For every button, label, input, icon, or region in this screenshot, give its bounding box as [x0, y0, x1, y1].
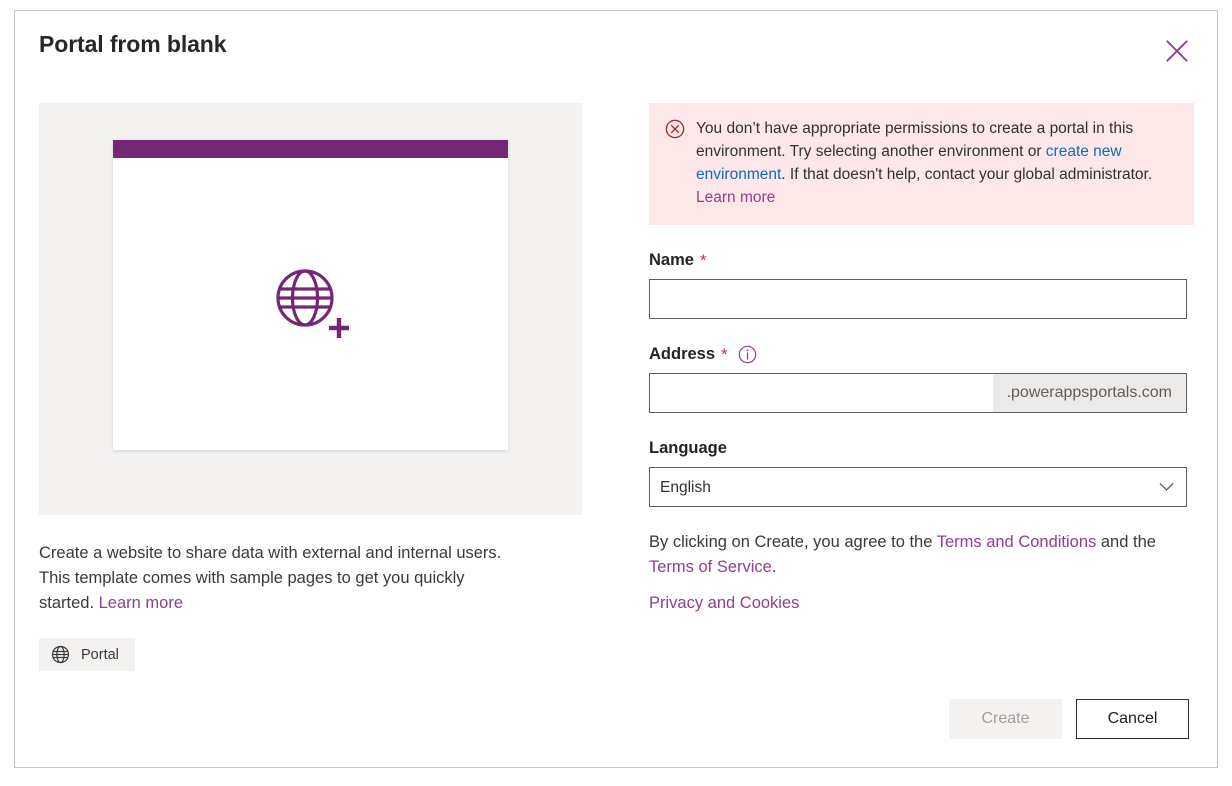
- address-domain-suffix: .powerappsportals.com: [992, 374, 1186, 412]
- name-field-label: Name *: [649, 251, 1194, 270]
- permission-error-banner: You don’t have appropriate permissions t…: [649, 103, 1194, 225]
- info-icon[interactable]: [738, 345, 757, 364]
- name-field-block: Name *: [649, 251, 1194, 319]
- learn-more-link[interactable]: Learn more: [99, 594, 183, 612]
- template-preview-card: [113, 140, 508, 450]
- globe-plus-icon: [265, 258, 357, 350]
- language-field-block: Language English: [649, 439, 1194, 507]
- address-label-text: Address: [649, 345, 716, 363]
- dialog-footer: Create Cancel: [949, 699, 1189, 739]
- language-label-text: Language: [649, 439, 727, 457]
- terms-of-service-link[interactable]: Terms of Service: [649, 558, 772, 576]
- dialog-header: Portal from blank: [15, 11, 1217, 89]
- address-required-marker: *: [721, 345, 728, 364]
- template-preview-frame: [39, 103, 582, 515]
- preview-card-body: [113, 158, 508, 450]
- portal-settings-form: You don’t have appropriate permissions t…: [649, 103, 1194, 613]
- terms-and-conditions-link[interactable]: Terms and Conditions: [937, 533, 1097, 551]
- terms-agreement-text: By clicking on Create, you agree to the …: [649, 530, 1169, 580]
- address-input[interactable]: [650, 374, 993, 412]
- name-input[interactable]: [649, 279, 1187, 319]
- address-field-label: Address *: [649, 345, 1194, 364]
- language-select-wrapper: English: [649, 467, 1187, 507]
- language-select[interactable]: English: [649, 467, 1187, 507]
- page-title: Portal from blank: [39, 31, 227, 57]
- privacy-and-cookies-link[interactable]: Privacy and Cookies: [649, 594, 799, 612]
- terms-text-part1: By clicking on Create, you agree to the: [649, 533, 937, 551]
- cancel-button[interactable]: Cancel: [1076, 699, 1189, 739]
- template-description: Create a website to share data with exte…: [39, 541, 509, 616]
- name-required-marker: *: [699, 251, 707, 270]
- address-input-group: .powerappsportals.com: [649, 373, 1187, 413]
- name-label-text: Name: [649, 251, 694, 269]
- error-learn-more-link[interactable]: Learn more: [696, 189, 775, 206]
- close-button[interactable]: [1159, 33, 1195, 69]
- error-message-text: You don’t have appropriate permissions t…: [696, 117, 1178, 209]
- privacy-line: Privacy and Cookies: [649, 594, 1194, 613]
- globe-icon: [51, 645, 70, 664]
- error-text-part2: . If that doesn't help, contact your glo…: [781, 166, 1153, 183]
- terms-text-part3: .: [771, 558, 777, 576]
- preview-header-bar: [113, 140, 508, 158]
- template-preview-panel: Create a website to share data with exte…: [39, 103, 609, 671]
- portal-tag-label: Portal: [81, 646, 119, 663]
- address-field-block: Address * .powerappsportals.com: [649, 345, 1194, 413]
- language-field-label: Language: [649, 439, 1194, 458]
- error-circle-x-icon: [665, 119, 685, 209]
- terms-text-part2: and the: [1096, 533, 1156, 551]
- create-button[interactable]: Create: [949, 699, 1062, 739]
- portal-tag-chip[interactable]: Portal: [39, 638, 135, 671]
- portal-from-blank-dialog: Portal from blank Create a website to sh…: [14, 10, 1218, 768]
- close-icon: [1164, 38, 1190, 64]
